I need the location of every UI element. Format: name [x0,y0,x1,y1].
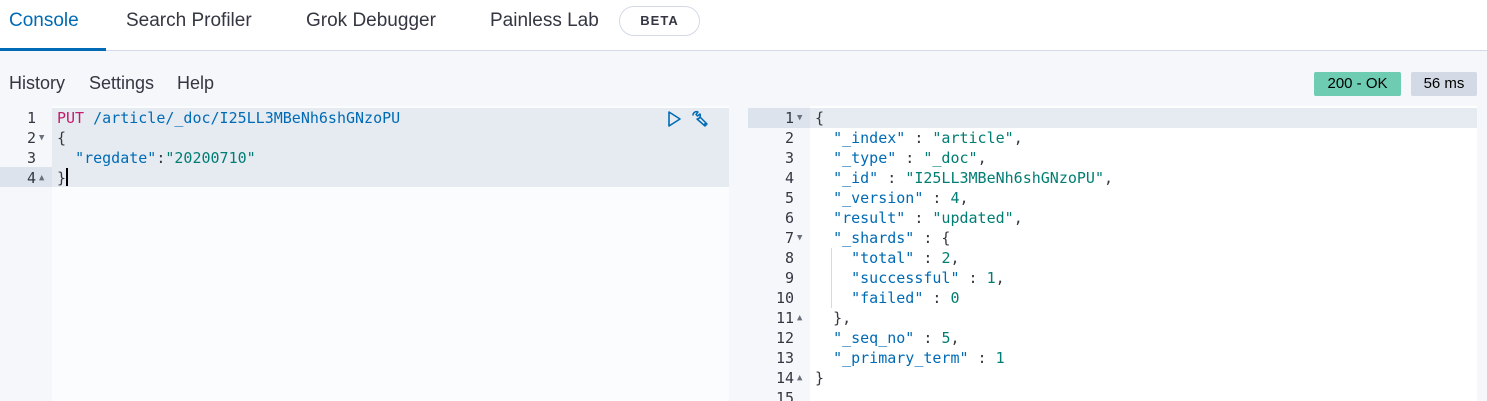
line-number: 2 [784,129,794,147]
settings-link[interactable]: Settings [89,73,154,94]
response-line-14: } [815,369,825,387]
line-number: 2 [26,129,36,147]
fold-close-icon[interactable]: ▲ [797,308,802,328]
json-key: "successful" [851,269,960,287]
fold-open-icon[interactable]: ▼ [797,228,802,248]
line-number: 3 [26,149,36,167]
response-line-9: "successful" : 1, [851,269,1005,287]
line-number: 7 [784,229,794,247]
fold-open-icon[interactable]: ▼ [797,108,802,128]
json-key: "failed" [851,289,924,307]
json-value: 1 [995,349,1005,367]
request-url: /article/_doc/I25LL3MBeNh6shGNzoPU [93,109,401,127]
line-number: 4 [26,169,36,187]
response-line-2: "_index" : "article", [833,129,1023,147]
json-key: "_type" [833,149,897,167]
request-line-1: PUT /article/_doc/I25LL3MBeNh6shGNzoPU [57,108,400,128]
json-key: "_id" [833,169,879,187]
top-tabs: Console Search Profiler Grok Debugger Pa… [0,0,1487,51]
response-line-5: "_version" : 4, [833,189,969,207]
request-line-2: { [57,129,67,147]
response-line-7: "_shards" : { [833,229,951,247]
tab-grok-debugger[interactable]: Grok Debugger [306,0,436,51]
response-line-13: "_primary_term" : 1 [833,349,1005,367]
line-number: 10 [775,289,794,307]
json-key: "_shards" [833,229,915,247]
help-link[interactable]: Help [177,73,214,94]
fold-close-icon[interactable]: ▲ [39,168,44,188]
line-number: 1 [26,109,36,127]
line-number: 15 [775,389,794,401]
line-number: 4 [784,169,794,187]
json-key: "result" [833,209,906,227]
json-key: "_index" [833,129,906,147]
tab-painless-lab[interactable]: Painless Lab [490,0,599,51]
body-value: "20200710" [165,149,256,167]
json-key: "_seq_no" [833,329,915,347]
response-line-4: "_id" : "I25LL3MBeNh6shGNzoPU", [833,169,1114,187]
json-value: "_doc" [923,149,978,167]
json-value: 0 [950,289,960,307]
response-line-8: "total" : 2, [851,249,960,267]
line-number: 1 [784,109,794,127]
json-key: "_version" [833,189,924,207]
text-cursor [66,168,69,186]
line-number: 9 [784,269,794,287]
json-value: "I25LL3MBeNh6shGNzoPU" [905,169,1104,187]
tab-search-profiler[interactable]: Search Profiler [126,0,252,51]
history-link[interactable]: History [9,73,65,94]
json-value: "article" [932,129,1014,147]
line-number: 8 [784,249,794,267]
line-number: 14 [775,369,794,387]
play-icon[interactable] [664,109,684,129]
fold-open-icon[interactable]: ▼ [39,128,44,148]
timing-badge: 56 ms [1411,72,1477,96]
response-line-11: }, [815,308,851,328]
request-method: PUT [57,109,85,127]
json-key: "total" [851,249,915,267]
active-line-highlight [52,167,729,187]
shards-close: }, [833,309,852,327]
request-line-4: } [57,168,69,188]
response-line-6: "result" : "updated", [833,209,1023,227]
body-key: "regdate" [75,149,157,167]
tab-console[interactable]: Console [9,0,79,51]
line-number: 13 [775,349,794,367]
status-badge: 200 - OK [1314,72,1401,96]
console-toolbar: History Settings Help [0,51,1487,106]
line-number: 3 [784,149,794,167]
json-value: 4 [950,189,960,207]
vertical-scrollbar[interactable] [1477,106,1487,401]
wrench-icon[interactable] [690,109,710,129]
beta-badge: BETA [619,6,700,36]
json-value: 1 [986,269,996,287]
response-line-12: "_seq_no" : 5, [833,329,960,347]
pane-divider[interactable] [729,106,748,401]
json-value: "updated" [932,209,1014,227]
response-line-1: { [815,109,825,127]
response-line-3: "_type" : "_doc", [833,149,987,167]
request-line-3: "regdate":"20200710" [57,148,256,168]
json-key: "_primary_term" [833,349,969,367]
line-number: 6 [784,209,794,227]
fold-close-icon[interactable]: ▲ [797,368,802,388]
line-number: 5 [784,189,794,207]
close-brace: } [57,169,67,187]
response-active-line [810,108,1477,128]
response-line-10: "failed" : 0 [851,289,960,307]
line-number: 11 [775,309,794,327]
line-number: 12 [775,329,794,347]
